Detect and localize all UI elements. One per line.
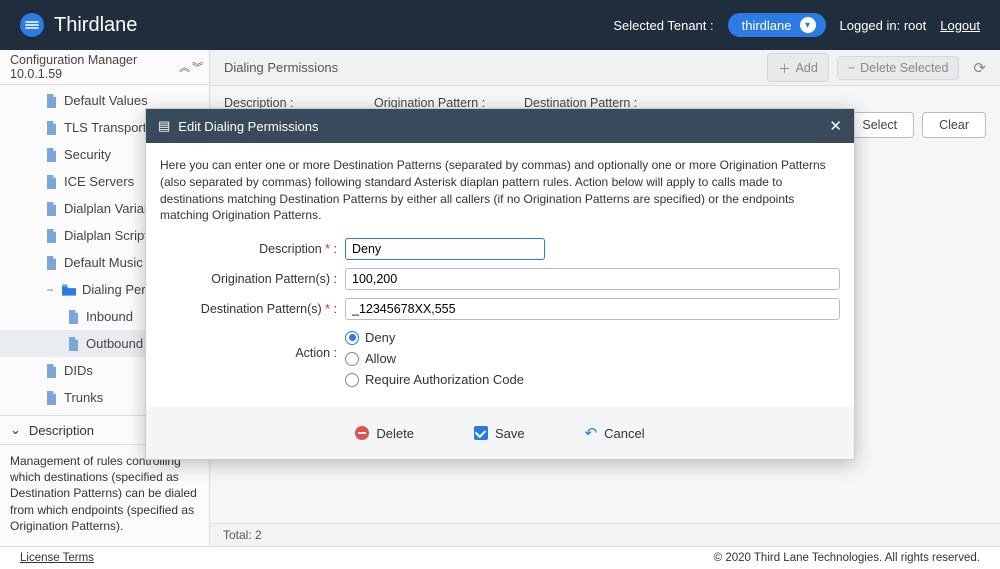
add-button[interactable]: ＋ Add — [767, 53, 829, 82]
chevron-down-icon: ▾ — [800, 17, 816, 33]
total-label: Total: 2 — [223, 528, 262, 542]
add-label: Add — [796, 61, 818, 75]
file-icon — [44, 94, 58, 108]
tenant-name: thirdlane — [742, 18, 792, 33]
sidebar-item-label: DIDs — [64, 363, 93, 378]
description-label: Description * : — [160, 242, 345, 256]
selected-tenant-label: Selected Tenant : — [613, 18, 713, 33]
sidebar-header[interactable]: Configuration Manager 10.0.1.59 ︽ ︾ — [0, 50, 209, 85]
tenant-selector[interactable]: thirdlane ▾ — [728, 13, 826, 37]
description-input[interactable] — [345, 238, 545, 260]
topbar-right: Selected Tenant : thirdlane ▾ Logged in:… — [613, 13, 980, 37]
destination-label: Destination Pattern(s) * : — [160, 302, 345, 316]
select-button[interactable]: Select — [845, 112, 914, 138]
minus-icon: − — [848, 61, 855, 75]
row-origination: Origination Pattern(s) : — [160, 268, 840, 290]
sidebar-item-label: Outbound — [86, 336, 143, 351]
file-icon — [44, 229, 58, 243]
sidebar-item-label: ICE Servers — [64, 174, 134, 189]
sidebar-title: Configuration Manager 10.0.1.59 — [10, 53, 173, 81]
row-description: Description * : — [160, 238, 840, 260]
modal-body: Here you can enter one or more Destinati… — [146, 143, 854, 407]
file-icon — [44, 121, 58, 135]
modal-footer: Delete Save ↶ Cancel — [146, 407, 854, 459]
file-icon — [44, 256, 58, 270]
window-icon: ▤ — [158, 118, 170, 134]
sidebar-item-label: Dialplan Scripts — [64, 228, 154, 243]
chevron-down-icon: ⌄ — [10, 422, 21, 438]
delete-icon — [355, 426, 369, 440]
origination-input[interactable] — [345, 268, 840, 290]
brand: Thirdlane — [20, 13, 137, 37]
radio-allow-label: Allow — [365, 351, 396, 366]
footer: License Terms © 2020 Third Lane Technolo… — [0, 546, 1000, 569]
radio-icon — [345, 331, 359, 345]
file-icon — [66, 310, 80, 324]
file-icon — [44, 202, 58, 216]
sidebar-item-label: Default Music — [64, 255, 143, 270]
main-header: Dialing Permissions ＋ Add − Delete Selec… — [210, 50, 1000, 86]
destination-input[interactable] — [345, 298, 840, 320]
radio-require-auth[interactable]: Require Authorization Code — [345, 372, 840, 387]
plus-icon: ＋ — [778, 58, 791, 77]
clear-button[interactable]: Clear — [922, 112, 986, 138]
modal-header: ▤ Edit Dialing Permissions ✕ — [146, 109, 854, 143]
brand-icon — [20, 13, 44, 37]
save-button[interactable]: Save — [474, 426, 525, 441]
page-title: Dialing Permissions — [224, 60, 338, 75]
file-icon — [44, 391, 58, 405]
expand-icon: − — [44, 283, 56, 297]
sidebar-item-label: TLS Transport — [64, 120, 146, 135]
delete-button[interactable]: Delete — [355, 426, 414, 441]
sidebar-item-label: Inbound — [86, 309, 133, 324]
file-icon — [66, 337, 80, 351]
brand-name: Thirdlane — [54, 14, 137, 37]
action-radios: Deny Allow Require Authorization Code — [345, 328, 840, 387]
folder-icon — [62, 283, 76, 297]
save-icon — [474, 426, 488, 440]
row-destination: Destination Pattern(s) * : — [160, 298, 840, 320]
delete-selected-button[interactable]: − Delete Selected — [837, 56, 960, 80]
header-actions: ＋ Add − Delete Selected ⟳ — [767, 53, 986, 82]
collapse-up-icon[interactable]: ︽ — [179, 59, 186, 75]
description-heading: Description — [29, 423, 94, 438]
collapse-down-icon[interactable]: ︾ — [192, 59, 199, 75]
edit-permissions-modal: ▤ Edit Dialing Permissions ✕ Here you ca… — [145, 108, 855, 460]
file-icon — [44, 175, 58, 189]
copyright: © 2020 Third Lane Technologies. All righ… — [714, 552, 980, 564]
radio-allow[interactable]: Allow — [345, 351, 840, 366]
filter-buttons: Select Clear — [845, 96, 986, 138]
refresh-icon[interactable]: ⟳ — [973, 59, 986, 77]
total-bar: Total: 2 — [211, 523, 1000, 546]
radio-icon — [345, 352, 359, 366]
logout-link[interactable]: Logout — [940, 18, 980, 33]
origination-label: Origination Pattern(s) : — [160, 272, 345, 286]
top-bar: Thirdlane Selected Tenant : thirdlane ▾ … — [0, 0, 1000, 50]
save-label: Save — [495, 426, 525, 441]
radio-icon — [345, 373, 359, 387]
undo-icon: ↶ — [585, 424, 598, 442]
file-icon — [44, 148, 58, 162]
modal-title: Edit Dialing Permissions — [178, 119, 318, 134]
radio-require-label: Require Authorization Code — [365, 372, 524, 387]
sidebar-item-label: Default Values — [64, 93, 148, 108]
action-label: Action : — [160, 328, 345, 360]
row-action: Action : Deny Allow Require Authorizatio… — [160, 328, 840, 387]
sidebar-item-label: Security — [64, 147, 111, 162]
cancel-button[interactable]: ↶ Cancel — [585, 424, 645, 442]
close-icon[interactable]: ✕ — [829, 117, 842, 135]
radio-deny-label: Deny — [365, 330, 395, 345]
cancel-label: Cancel — [604, 426, 644, 441]
description-body: Management of rules controlling which de… — [0, 445, 209, 546]
license-terms-link[interactable]: License Terms — [20, 552, 94, 564]
logged-in-label: Logged in: root — [840, 18, 927, 33]
sidebar-item-label: Trunks — [64, 390, 103, 405]
modal-help-text: Here you can enter one or more Destinati… — [160, 157, 840, 224]
radio-deny[interactable]: Deny — [345, 330, 840, 345]
delete-selected-label: Delete Selected — [860, 61, 948, 75]
file-icon — [44, 364, 58, 378]
delete-label: Delete — [376, 426, 414, 441]
